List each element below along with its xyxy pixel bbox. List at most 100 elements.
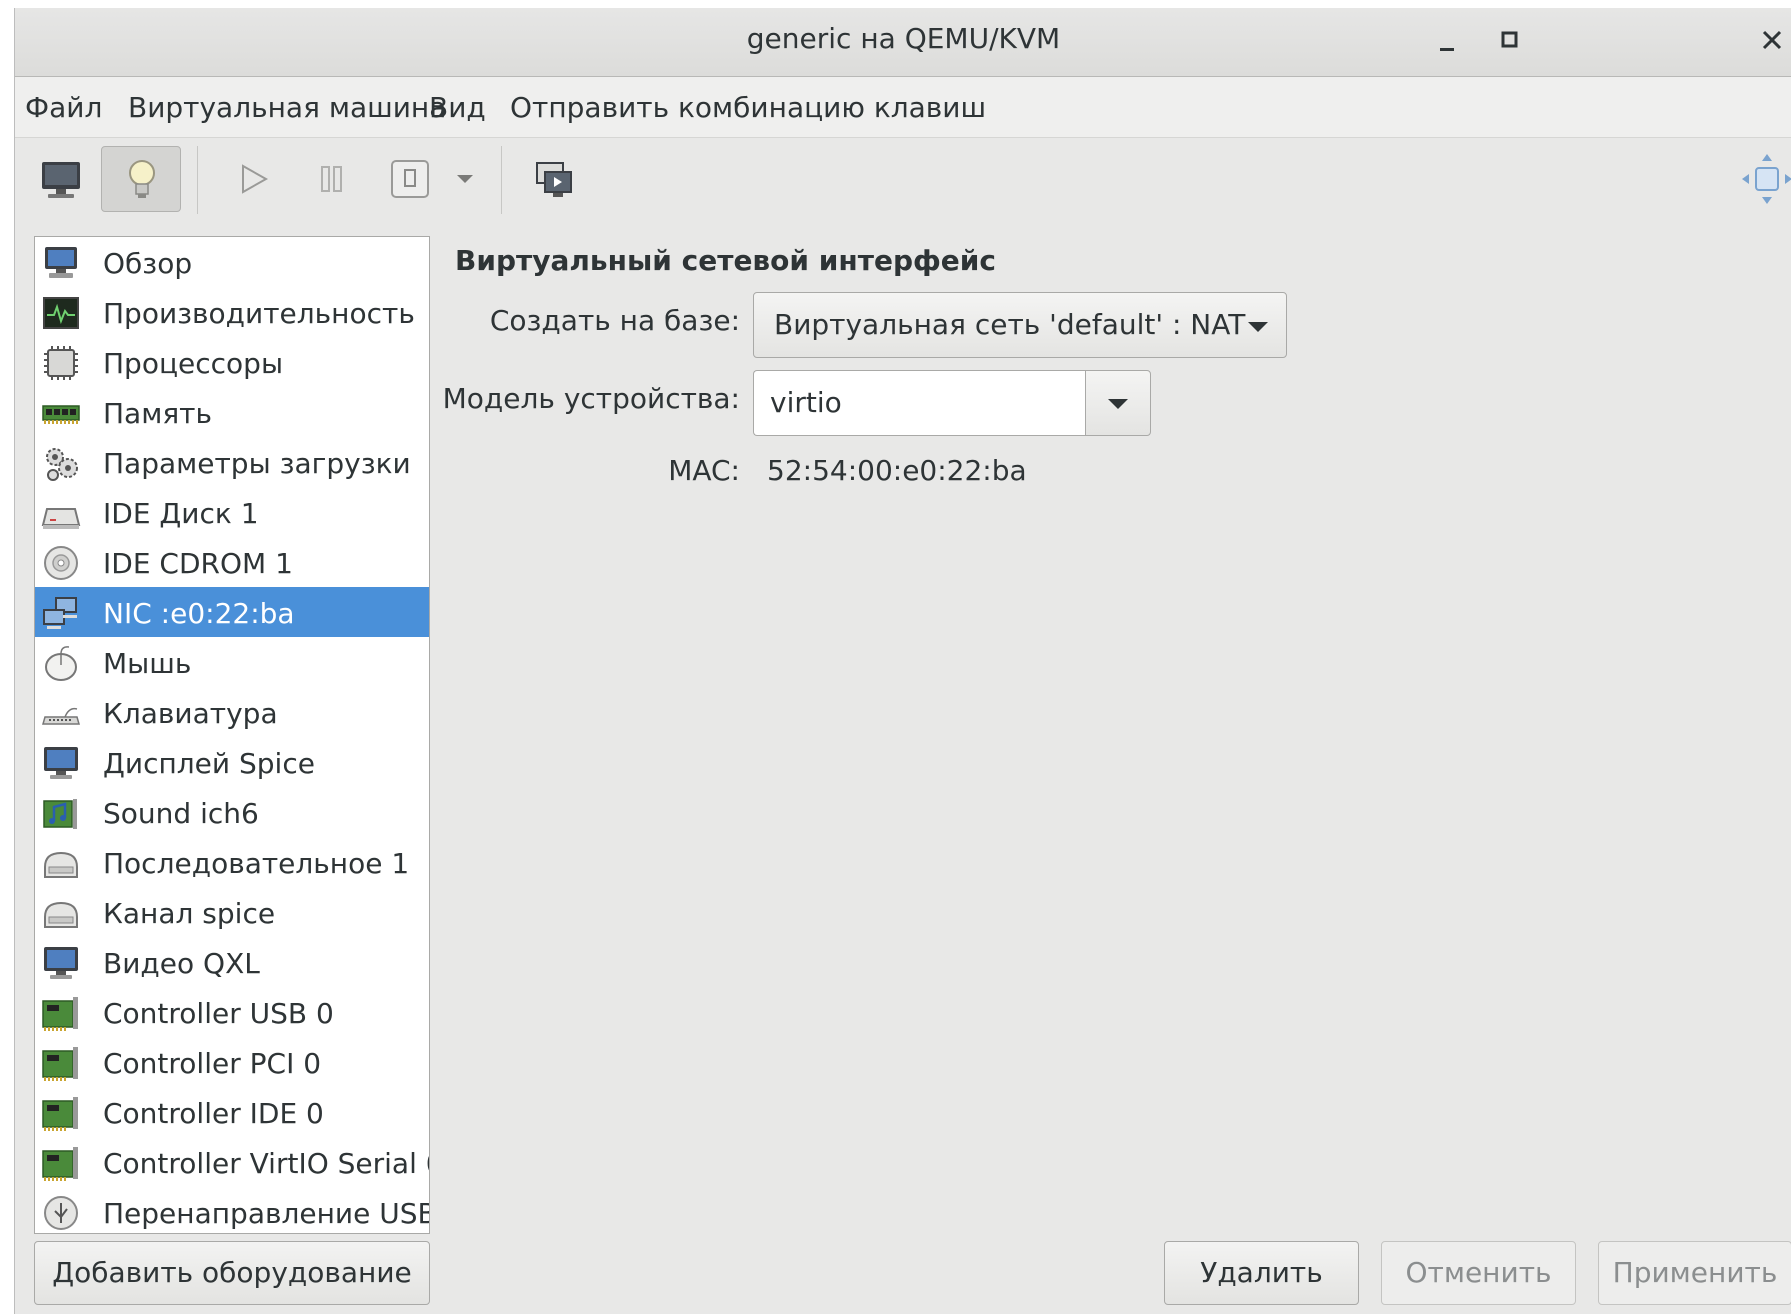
section-title: Виртуальный сетевой интерфейс xyxy=(455,244,996,277)
sound-card-icon xyxy=(43,799,77,829)
chevron-down-icon xyxy=(1248,322,1268,332)
keyboard-icon xyxy=(42,707,80,725)
list-item-label: Sound ich6 xyxy=(103,797,259,830)
list-item-label: Перенаправление USB 1 xyxy=(103,1197,430,1230)
list-item-controller-virtio-serial[interactable]: Controller VirtIO Serial 0 xyxy=(35,1137,429,1187)
list-item-label: NIC :e0:22:ba xyxy=(103,597,295,630)
mac-address-value: 52:54:00:e0:22:ba xyxy=(767,454,1027,487)
channel-icon xyxy=(44,901,78,928)
menu-send-key[interactable]: Отправить комбинацию клавиш xyxy=(510,91,986,124)
minimize-icon xyxy=(1440,48,1454,51)
dropdown-arrow-icon xyxy=(457,175,473,183)
shutdown-button[interactable] xyxy=(370,146,450,212)
play-icon xyxy=(242,164,269,194)
usb-redirect-icon xyxy=(44,1196,78,1230)
controller-card-icon xyxy=(42,1147,78,1181)
device-model-value: virtio xyxy=(770,386,842,419)
controller-card-icon xyxy=(42,1097,78,1131)
menu-file[interactable]: Файл xyxy=(25,91,102,124)
list-item-mouse[interactable]: Мышь xyxy=(35,637,429,687)
list-item-video-qxl[interactable]: Видео QXL xyxy=(35,937,429,987)
pause-button[interactable] xyxy=(292,146,372,212)
title-bar[interactable]: generic на QEMU/KVM xyxy=(15,8,1791,77)
cdrom-icon xyxy=(44,546,78,580)
list-item-overview[interactable]: Обзор xyxy=(35,237,429,287)
monitor-icon xyxy=(45,247,77,278)
list-item-usb-redirect[interactable]: Перенаправление USB 1 xyxy=(35,1187,430,1233)
list-item-display-spice[interactable]: Дисплей Spice xyxy=(35,737,429,787)
fullscreen-move-icon xyxy=(1742,154,1791,204)
fullscreen-button[interactable] xyxy=(515,146,595,212)
list-item-label: IDE CDROM 1 xyxy=(103,547,293,580)
menu-view[interactable]: Вид xyxy=(429,91,486,124)
show-console-button[interactable] xyxy=(20,146,100,212)
memory-icon xyxy=(42,405,80,424)
hard-disk-icon xyxy=(41,508,81,529)
list-item-controller-usb[interactable]: Controller USB 0 xyxy=(35,987,429,1037)
stop-icon xyxy=(391,160,429,198)
menu-bar: Файл Виртуальная машина Вид Отправить ко… xyxy=(15,77,1791,138)
list-item-label: Видео QXL xyxy=(103,947,260,980)
list-item-spice-channel[interactable]: Канал spice xyxy=(35,887,429,937)
list-item-ide-cdrom[interactable]: IDE CDROM 1 xyxy=(35,537,429,587)
close-icon xyxy=(1762,30,1782,50)
list-item-label: Процессоры xyxy=(103,347,284,380)
maximize-icon xyxy=(1501,31,1518,48)
toolbar-separator xyxy=(197,146,198,214)
list-item-label: Controller IDE 0 xyxy=(103,1097,324,1130)
shutdown-menu-button[interactable] xyxy=(445,146,485,212)
list-item-label: Мышь xyxy=(103,647,192,680)
list-item-memory[interactable]: Память xyxy=(35,387,429,437)
maximize-button[interactable] xyxy=(1490,20,1530,60)
menu-virtual-machine[interactable]: Виртуальная машина xyxy=(128,91,446,124)
list-item-ide-disk[interactable]: IDE Диск 1 xyxy=(35,487,429,537)
list-item-cpus[interactable]: Процессоры xyxy=(35,337,429,387)
list-item-controller-ide[interactable]: Controller IDE 0 xyxy=(35,1087,429,1137)
display-icon xyxy=(44,747,78,779)
device-model-label: Модель устройства: xyxy=(442,382,740,415)
list-item-nic[interactable]: NIC :e0:22:ba xyxy=(35,587,429,637)
performance-graph-icon xyxy=(43,297,79,329)
close-button[interactable] xyxy=(1752,20,1791,60)
screenshot-icon xyxy=(536,162,572,197)
gears-icon xyxy=(46,448,78,481)
hardware-list[interactable]: Обзор Производительность Процессоры Памя… xyxy=(34,236,430,1234)
remove-button[interactable]: Удалить xyxy=(1164,1241,1359,1305)
list-item-label: Controller PCI 0 xyxy=(103,1047,322,1080)
list-item-keyboard[interactable]: Клавиатура xyxy=(35,687,429,737)
controller-card-icon xyxy=(42,1047,78,1081)
run-button[interactable] xyxy=(212,146,292,212)
list-item-serial[interactable]: Последовательное 1 xyxy=(35,837,429,887)
list-item-label: Последовательное 1 xyxy=(103,847,410,880)
cancel-button[interactable]: Отменить xyxy=(1381,1241,1576,1305)
mac-label: MAC: xyxy=(668,454,740,487)
add-hardware-button[interactable]: Добавить оборудование xyxy=(34,1241,430,1305)
list-item-label: Обзор xyxy=(103,247,193,280)
list-item-label: Controller VirtIO Serial 0 xyxy=(103,1147,430,1180)
list-item-label: Параметры загрузки xyxy=(103,447,411,480)
list-item-label: Канал spice xyxy=(103,897,276,930)
minimize-button[interactable] xyxy=(1428,20,1468,60)
network-source-combo[interactable]: Виртуальная сеть 'default' : NAT xyxy=(753,292,1287,358)
show-details-button[interactable] xyxy=(101,146,181,212)
toolbar-separator xyxy=(501,146,502,214)
list-item-sound[interactable]: Sound ich6 xyxy=(35,787,429,837)
apply-button[interactable]: Применить xyxy=(1598,1241,1791,1305)
list-item-label: Клавиатура xyxy=(103,697,278,730)
chevron-down-icon xyxy=(1108,399,1128,409)
list-item-label: IDE Диск 1 xyxy=(103,497,259,530)
list-item-label: Производительность xyxy=(103,297,415,330)
device-model-input[interactable]: virtio xyxy=(753,370,1085,436)
source-label: Создать на базе: xyxy=(489,304,740,337)
monitor-icon xyxy=(42,162,80,198)
video-icon xyxy=(44,947,78,979)
list-item-performance[interactable]: Производительность xyxy=(35,287,429,337)
list-item-controller-pci[interactable]: Controller PCI 0 xyxy=(35,1037,429,1087)
device-model-dropdown-button[interactable] xyxy=(1085,370,1151,436)
list-item-label: Дисплей Spice xyxy=(103,747,315,780)
lightbulb-icon xyxy=(129,160,155,198)
list-item-boot-options[interactable]: Параметры загрузки xyxy=(35,437,429,487)
cpu-chip-icon xyxy=(44,346,78,380)
resize-to-vm-button[interactable] xyxy=(1740,146,1791,212)
network-icon xyxy=(43,597,77,629)
